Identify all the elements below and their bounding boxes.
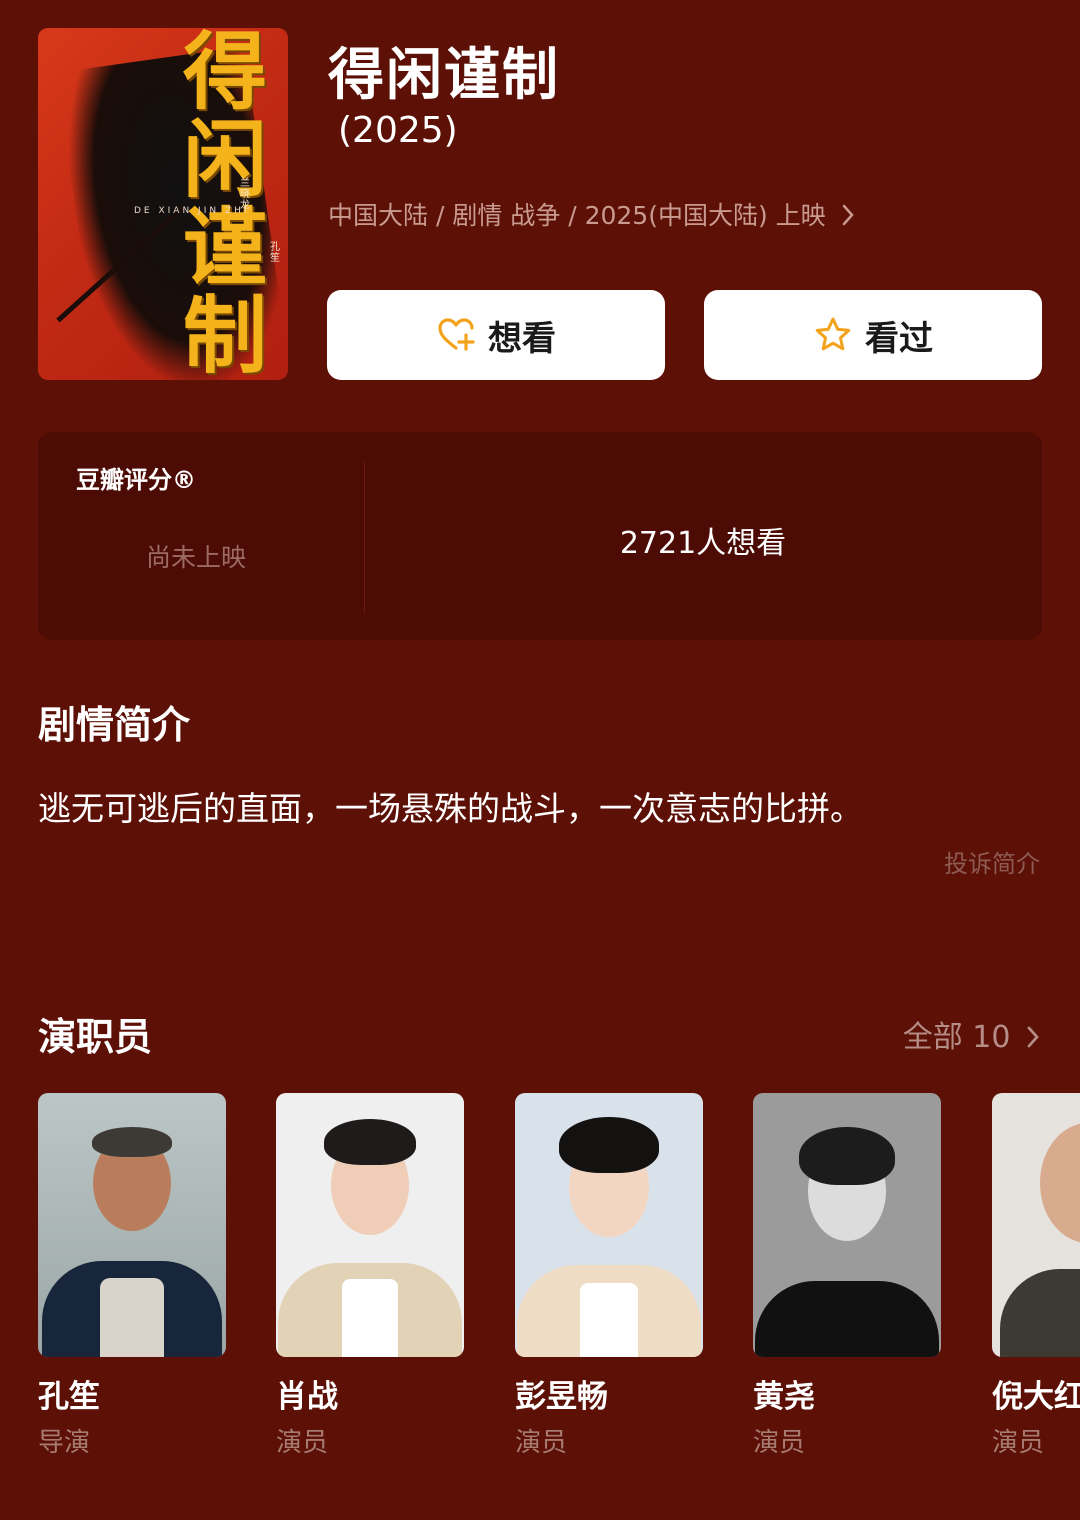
poster-calligraphy: 得闲谨制	[182, 28, 267, 380]
cast-photo	[276, 1093, 464, 1357]
movie-title: 得闲谨制	[328, 43, 560, 108]
cast-heading: 演职员	[38, 1015, 153, 1059]
cast-card[interactable]: 孔笙 导演	[38, 1093, 226, 1459]
cast-name: 彭昱畅	[515, 1379, 608, 1415]
synopsis-heading: 剧情简介	[38, 703, 191, 747]
rating-card: 豆瓣评分® 尚未上映 2721人想看	[38, 432, 1042, 640]
cast-card[interactable]: 黄尧 演员	[753, 1093, 941, 1459]
star-icon	[815, 317, 851, 351]
cast-card[interactable]: 肖战 演员	[276, 1093, 464, 1459]
cast-role: 演员	[515, 1428, 568, 1458]
chevron-right-icon	[1027, 1026, 1039, 1048]
cast-name: 肖战	[276, 1379, 338, 1415]
movie-year: (2025)	[338, 110, 458, 151]
movie-meta-text: 中国大陆 / 剧情 战争 / 2025(中国大陆) 上映	[328, 201, 826, 230]
report-synopsis-link[interactable]: 投诉简介	[944, 844, 1040, 879]
cast-role: 演员	[992, 1428, 1045, 1458]
watched-label: 看过	[865, 318, 933, 359]
cast-photo	[515, 1093, 703, 1357]
chevron-right-icon	[842, 204, 854, 226]
cast-role: 演员	[276, 1428, 329, 1458]
cast-card[interactable]: 倪大红 演员	[992, 1093, 1080, 1459]
synopsis-text: 逃无可逃后的直面，一场悬殊的战斗，一次意志的比拼。	[38, 789, 863, 828]
cast-photo	[992, 1093, 1080, 1357]
watched-button[interactable]: 看过	[704, 290, 1042, 380]
poster-latin-title: DE XIAN JIN ZHI	[134, 206, 250, 216]
cast-photo	[38, 1093, 226, 1357]
poster-credit-writer: 兰晓龙	[240, 178, 250, 211]
poster-credit-director: 孔笙	[270, 242, 280, 264]
cast-all-label: 全部 10	[902, 1020, 1011, 1055]
cast-card[interactable]: 彭昱畅 演员	[515, 1093, 703, 1459]
want-count[interactable]: 2721人想看	[364, 518, 1042, 562]
cast-role: 导演	[38, 1428, 91, 1458]
rating-status: 尚未上映	[146, 543, 247, 572]
rating-label: 豆瓣评分®	[76, 466, 196, 494]
cast-name: 孔笙	[38, 1379, 100, 1415]
movie-poster[interactable]: 得闲谨制 DE XIAN JIN ZHI 兰晓龙 孔笙	[38, 28, 288, 380]
want-to-watch-button[interactable]: 想看	[327, 290, 665, 380]
movie-meta[interactable]: 中国大陆 / 剧情 战争 / 2025(中国大陆) 上映	[328, 196, 856, 232]
cast-all-link[interactable]: 全部 10	[903, 1012, 1042, 1056]
want-to-watch-label: 想看	[488, 318, 556, 359]
heart-plus-icon	[438, 318, 475, 351]
cast-name: 倪大红	[992, 1379, 1080, 1415]
cast-role: 演员	[753, 1428, 806, 1458]
cast-name: 黄尧	[753, 1379, 815, 1415]
cast-photo	[753, 1093, 941, 1357]
